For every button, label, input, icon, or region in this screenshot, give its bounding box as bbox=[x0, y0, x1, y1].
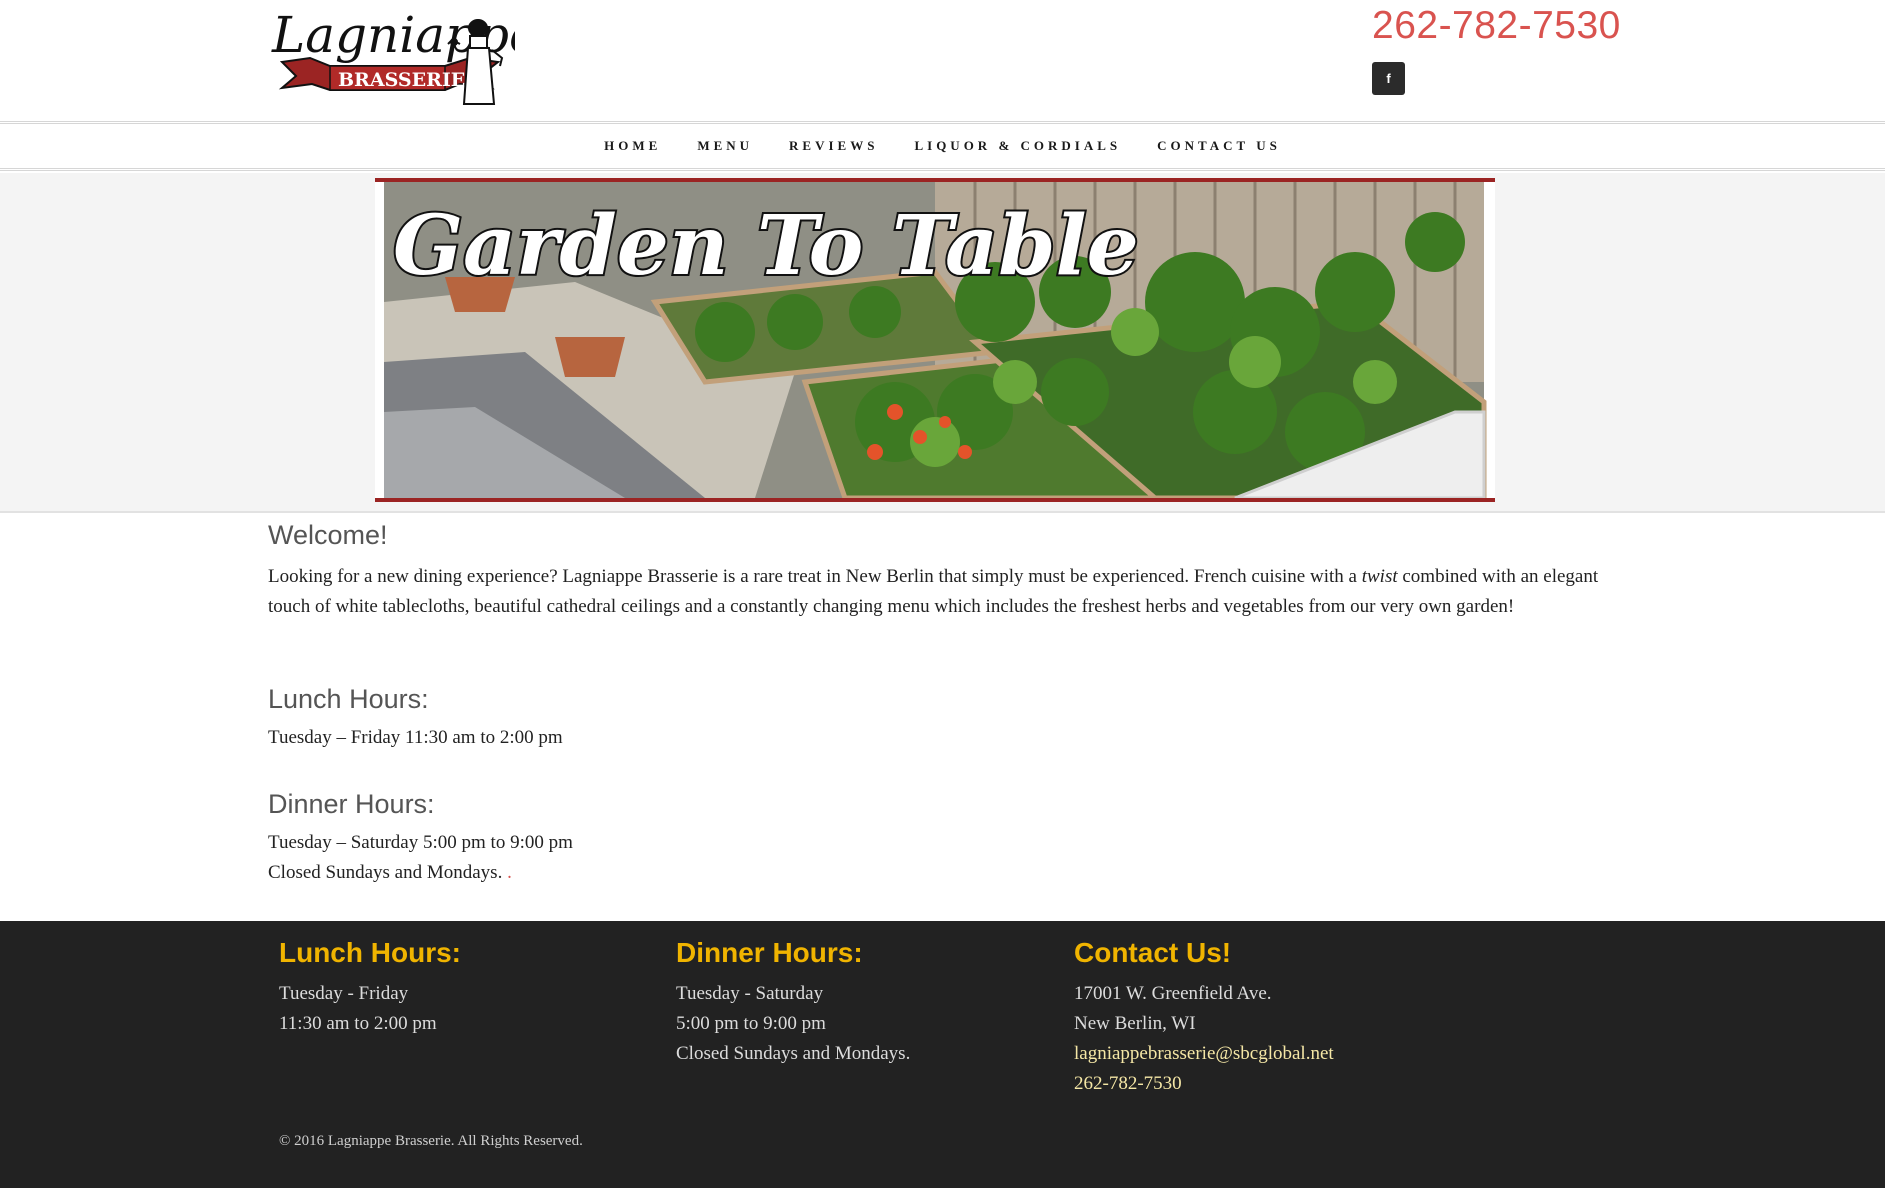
copyright-text: © 2016 Lagniappe Brasserie. All Rights R… bbox=[279, 1133, 583, 1149]
dinner-hours-text: Tuesday – Saturday 5:00 pm to 9:00 pm bbox=[268, 832, 573, 853]
footer-email-link[interactable]: lagniappebrasserie@sbcglobal.net bbox=[1074, 1039, 1334, 1069]
intro-text-1: Looking for a new dining experience? Lag… bbox=[268, 566, 1362, 587]
nav-item-reviews[interactable]: REVIEWS bbox=[771, 138, 896, 154]
footer-dinner-closed: Closed Sundays and Mondays. bbox=[676, 1043, 911, 1064]
svg-text:BRASSERIE: BRASSERIE bbox=[338, 69, 465, 91]
footer-lunch-column: Lunch Hours: Tuesday - Friday 11:30 am t… bbox=[279, 937, 461, 1039]
closed-days-text: Closed Sundays and Mondays. . bbox=[268, 862, 512, 884]
welcome-heading: Welcome! bbox=[268, 520, 388, 550]
nav-item-home[interactable]: HOME bbox=[586, 138, 679, 154]
header-phone-number[interactable]: 262-782-7530 bbox=[1372, 4, 1621, 48]
intro-emphasis: twist bbox=[1361, 566, 1398, 587]
site-logo[interactable]: Lagniappe BRASSERIE bbox=[270, 0, 515, 112]
dinner-hours-heading: Dinner Hours: bbox=[268, 789, 435, 819]
garden-illustration: Garden To Table bbox=[375, 182, 1495, 498]
footer-dinner-days: Tuesday - Saturday bbox=[676, 983, 824, 1004]
footer-dinner-column: Dinner Hours: Tuesday - Saturday 5:00 pm… bbox=[676, 937, 910, 1069]
lunch-hours-text: Tuesday – Friday 11:30 am to 2:00 pm bbox=[268, 727, 563, 748]
footer-dinner-heading: Dinner Hours: bbox=[676, 937, 863, 968]
footer-contact-column: Contact Us! 17001 W. Greenfield Ave. New… bbox=[1074, 937, 1334, 1099]
intro-paragraph: Looking for a new dining experience? Lag… bbox=[268, 562, 1608, 622]
closed-dot: . bbox=[507, 862, 512, 883]
nav-list: HOME MENU REVIEWS LIQUOR & CORDIALS CONT… bbox=[0, 124, 1885, 168]
main-nav: HOME MENU REVIEWS LIQUOR & CORDIALS CONT… bbox=[0, 121, 1885, 171]
footer-lunch-days: Tuesday - Friday bbox=[279, 983, 409, 1004]
lunch-hours-heading: Lunch Hours: bbox=[268, 684, 429, 714]
site-footer: Lunch Hours: Tuesday - Friday 11:30 am t… bbox=[0, 921, 1885, 1188]
nav-item-menu[interactable]: MENU bbox=[679, 138, 771, 154]
nav-item-contact-us[interactable]: CONTACT US bbox=[1139, 138, 1299, 154]
footer-address-line2: New Berlin, WI bbox=[1074, 1013, 1196, 1034]
footer-dinner-times: 5:00 pm to 9:00 pm bbox=[676, 1013, 826, 1034]
site-header: Lagniappe BRASSERIE 262-782-7530 f bbox=[0, 0, 1885, 120]
garden-banner: Garden To Table bbox=[375, 178, 1495, 502]
lagniappe-logo-graphic: Lagniappe BRASSERIE bbox=[271, 6, 515, 105]
facebook-icon: f bbox=[1386, 71, 1391, 86]
banner-title: Garden To Table bbox=[393, 198, 1139, 294]
nav-item-liquor-cordials[interactable]: LIQUOR & CORDIALS bbox=[896, 138, 1139, 154]
footer-lunch-times: 11:30 am to 2:00 pm bbox=[279, 1013, 437, 1034]
footer-lunch-heading: Lunch Hours: bbox=[279, 937, 461, 968]
facebook-button[interactable]: f bbox=[1372, 62, 1405, 95]
footer-address-line1: 17001 W. Greenfield Ave. bbox=[1074, 983, 1272, 1004]
footer-contact-heading: Contact Us! bbox=[1074, 937, 1232, 968]
footer-phone-link[interactable]: 262-782-7530 bbox=[1074, 1069, 1334, 1099]
closed-text: Closed Sundays and Mondays. bbox=[268, 862, 508, 883]
